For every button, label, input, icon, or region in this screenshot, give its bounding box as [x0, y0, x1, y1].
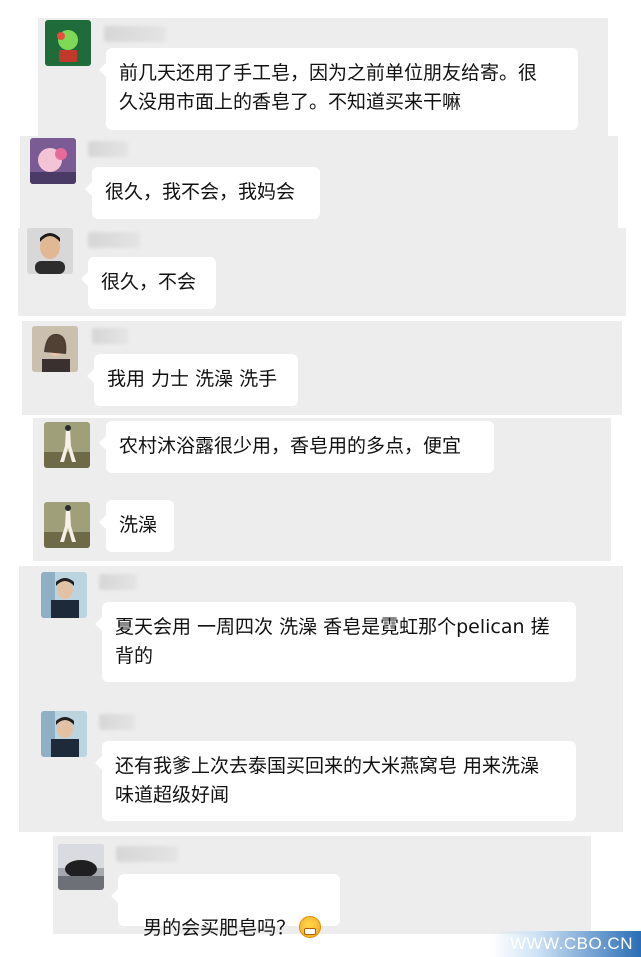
avatar-image: [27, 228, 73, 274]
avatar[interactable]: [58, 844, 104, 890]
avatar[interactable]: [41, 711, 87, 757]
message-bubble[interactable]: 农村沐浴露很少用，香皂用的多点，便宜: [99, 421, 494, 473]
message-bubble[interactable]: 很久，我不会，我妈会: [85, 167, 320, 219]
sender-name: [99, 574, 137, 590]
message-bubble[interactable]: 很久，不会: [81, 257, 216, 309]
avatar[interactable]: [30, 138, 76, 184]
avatar-image: [41, 711, 87, 757]
avatar[interactable]: [32, 326, 78, 372]
sender-name: [88, 232, 140, 248]
avatar[interactable]: [45, 20, 91, 66]
message-bubble[interactable]: 前几天还用了手工皂，因为之前单位朋友给寄。很 久没用市面上的香皂了。不知道买来干…: [99, 48, 578, 130]
avatar-image: [44, 502, 90, 548]
avatar[interactable]: [44, 502, 90, 548]
message-bubble[interactable]: 夏天会用 一周四次 洗澡 香皂是霓虹那个pelican 搓 背的: [95, 602, 576, 682]
avatar-image: [45, 20, 91, 66]
sender-name: [88, 141, 128, 157]
grin-emoji-icon: [299, 916, 322, 938]
message-bubble[interactable]: 男的会买肥皂吗？: [111, 874, 340, 939]
sender-name: [104, 26, 166, 42]
watermark-text: WWW.CBO.CN: [509, 934, 633, 953]
avatar[interactable]: [27, 228, 73, 274]
message-bubble[interactable]: 我用 力士 洗澡 洗手: [87, 354, 298, 406]
avatar-image: [44, 422, 90, 468]
avatar-image: [41, 572, 87, 618]
avatar-image: [30, 138, 76, 184]
sender-name: [116, 846, 178, 862]
avatar[interactable]: [41, 572, 87, 618]
site-watermark: WWW.CBO.CN: [491, 931, 641, 957]
sender-name: [92, 328, 128, 344]
message-bubble[interactable]: 洗澡: [99, 500, 174, 552]
avatar[interactable]: [44, 422, 90, 468]
message-text: 男的会买肥皂吗？: [143, 917, 296, 939]
avatar-image: [32, 326, 78, 372]
sender-name: [99, 714, 135, 730]
message-bubble[interactable]: 还有我爹上次去泰国买回来的大米燕窝皂 用来洗澡 味道超级好闻: [95, 741, 576, 821]
avatar-image: [58, 844, 104, 890]
